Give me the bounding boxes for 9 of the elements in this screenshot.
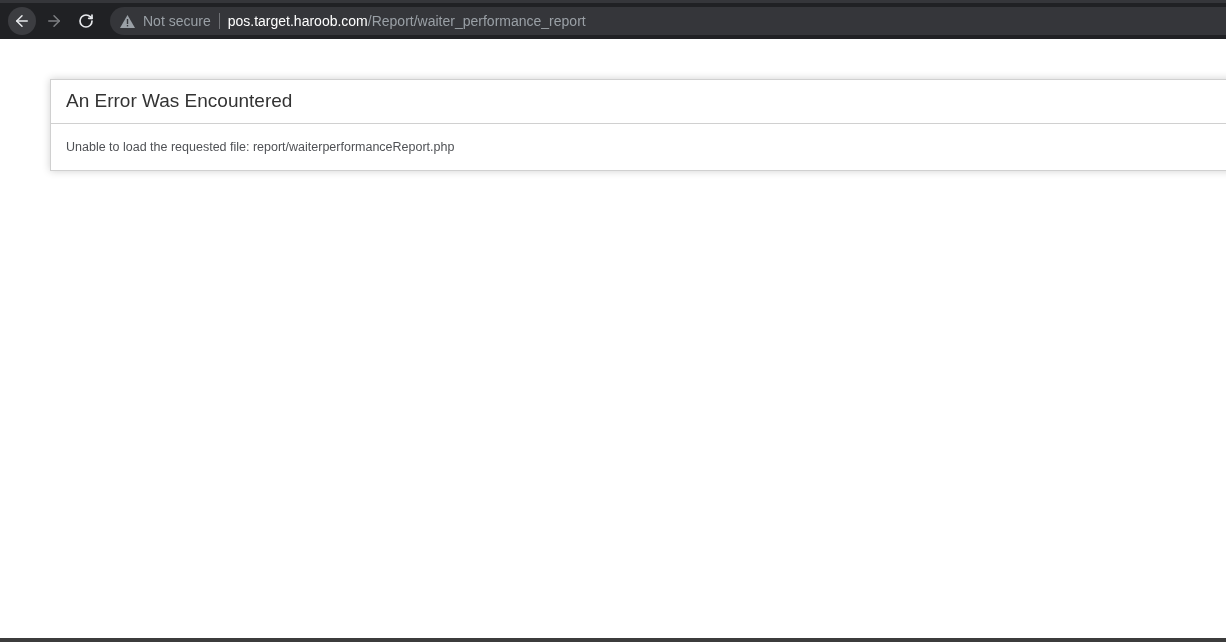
error-message: Unable to load the requested file: report/waiterperformanceReport.php: [66, 138, 455, 156]
address-bar[interactable]: Not secure pos.target.haroob.com/Report/waiter_performance_report: [110, 7, 1226, 35]
error-title: An Error Was Encountered: [66, 89, 293, 114]
warning-icon: [120, 14, 135, 28]
security-label: Not secure: [143, 13, 220, 29]
forward-arrow-icon: [45, 12, 63, 30]
back-button[interactable]: [8, 7, 36, 35]
reload-icon: [78, 13, 94, 29]
address-url: pos.target.haroob.com/Report/waiter_performance_report: [227, 11, 586, 31]
